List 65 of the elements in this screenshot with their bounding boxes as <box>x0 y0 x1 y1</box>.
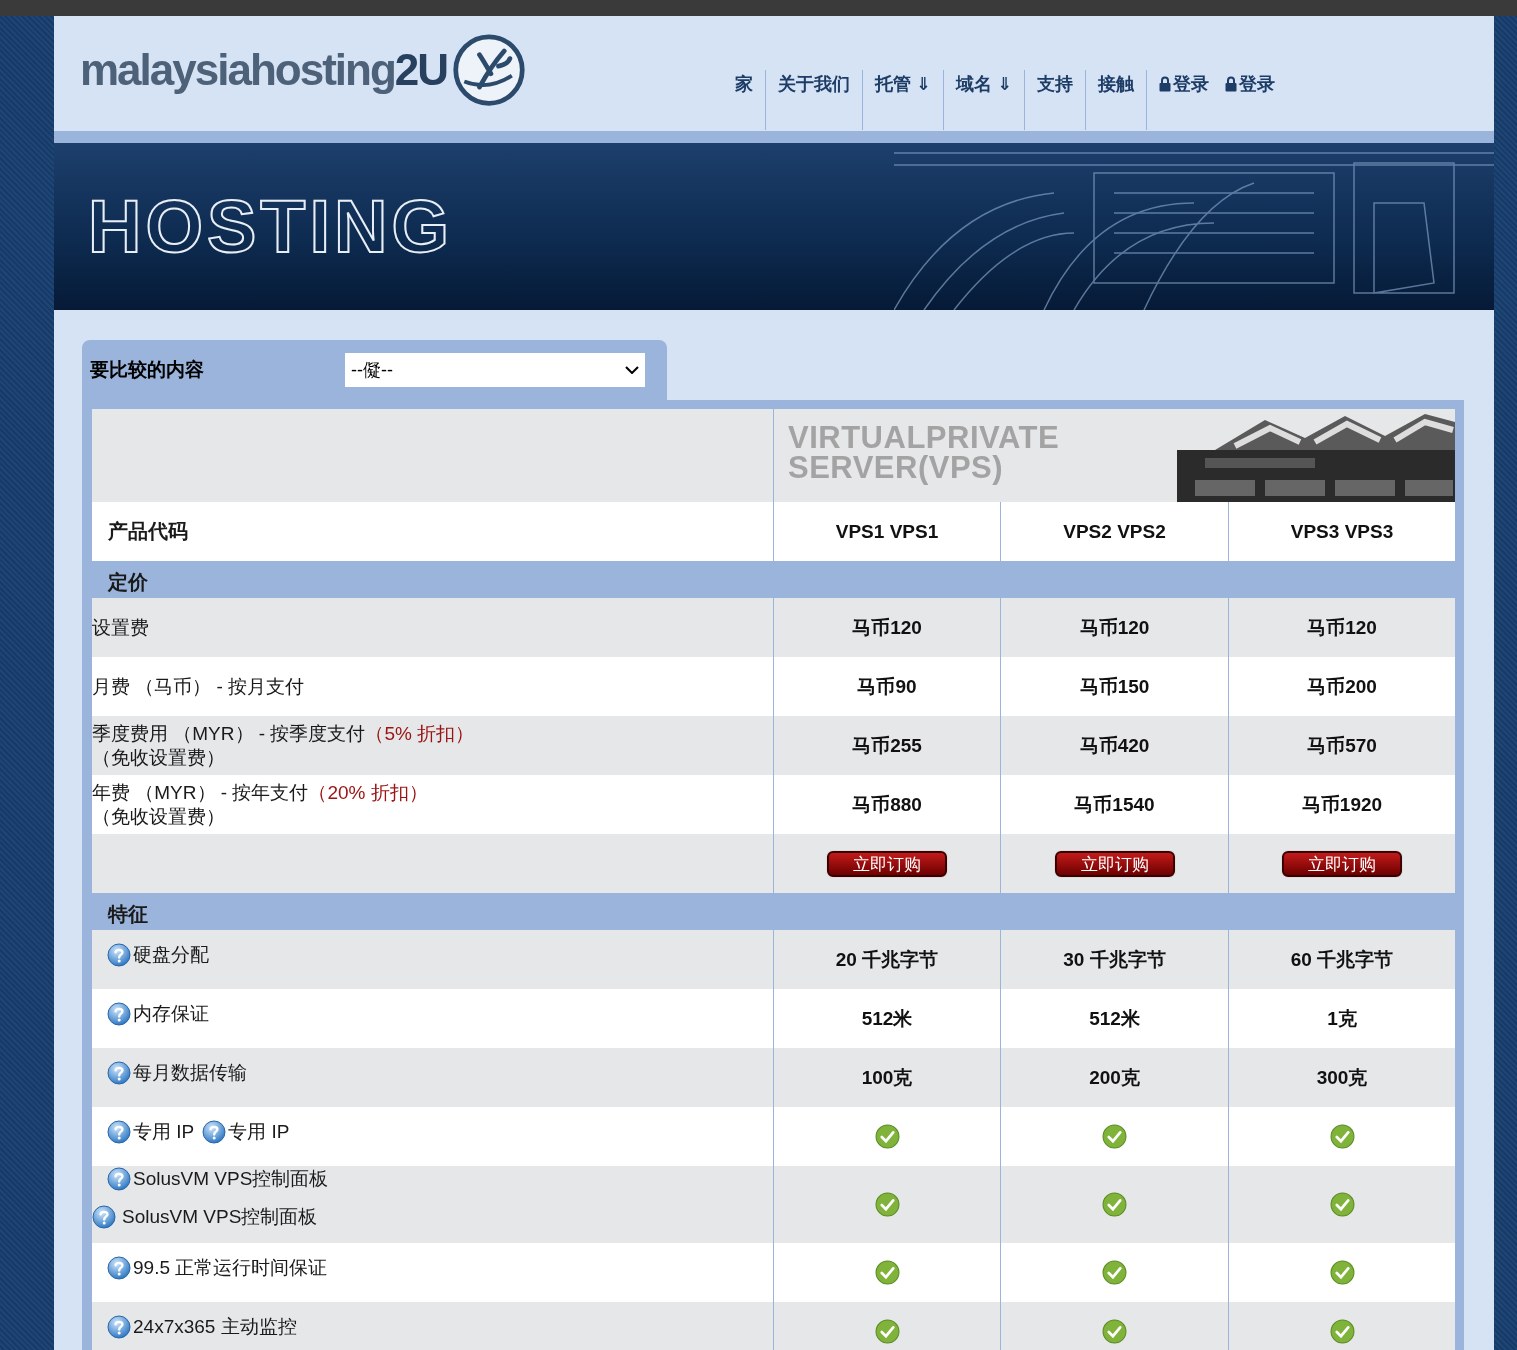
cell-value: 200克 <box>1089 1065 1140 1090</box>
lock-icon <box>1225 76 1238 92</box>
help-icon[interactable] <box>202 1120 227 1144</box>
login-link[interactable]: 登录 <box>1213 70 1280 96</box>
feature-label: SolusVM VPS控制面板 <box>133 1167 329 1191</box>
cell-value: 512米 <box>861 1006 913 1031</box>
feature-label: 硬盘分配 <box>133 943 209 967</box>
logo[interactable]: malaysiahosting2U <box>80 32 528 108</box>
help-icon[interactable] <box>107 1002 131 1026</box>
price-label: 月费 （马币） - 按月支付 <box>92 674 305 699</box>
cell-value: 20 千兆字节 <box>835 947 939 972</box>
help-icon[interactable] <box>107 1256 131 1280</box>
cell-value: 马币1540 <box>1074 792 1155 817</box>
feature-label: 内存保证 <box>133 1002 209 1026</box>
feature-label: SolusVM VPS控制面板 <box>122 1205 318 1229</box>
help-icon[interactable] <box>107 1315 131 1339</box>
price-label: 年费 （MYR） - 按年支付（20% 折扣） （免收设置费） <box>92 780 429 829</box>
order-button[interactable]: 立即订购 <box>827 850 947 877</box>
lock-icon <box>1159 76 1172 92</box>
chevron-down-icon <box>625 366 639 374</box>
cell-value: 马币200 <box>1307 674 1377 699</box>
help-icon[interactable] <box>107 1167 131 1191</box>
cell-value: 1克 <box>1327 1006 1357 1031</box>
help-icon[interactable] <box>107 1120 131 1144</box>
logo-text: malaysiahosting2U <box>80 45 448 95</box>
cell-value: 马币120 <box>1079 615 1150 640</box>
order-button[interactable]: 立即订购 <box>1282 850 1402 877</box>
feature-label: 每月数据传输 <box>133 1061 247 1085</box>
banner-title: HOSTING <box>88 184 454 269</box>
cell-value: 300克 <box>1316 1065 1368 1090</box>
cell-value: 马币880 <box>852 792 922 817</box>
nav-link[interactable]: 托管 ⇓ <box>863 70 944 98</box>
cell-value: 30 千兆字节 <box>1063 947 1166 972</box>
price-label: 季度费用 （MYR） - 按季度支付（5% 折扣） （免收设置费） <box>92 721 476 770</box>
feature-label: 99.5 正常运行时间保证 <box>133 1256 328 1280</box>
price-label: 设置费 <box>92 615 149 640</box>
cell-value: 马币420 <box>1079 733 1150 758</box>
cell-value: 马币255 <box>852 733 922 758</box>
compare-label: 要比较的内容 <box>90 358 205 382</box>
feature-label: 专用 IP <box>133 1120 195 1144</box>
cell-value: 马币120 <box>852 615 922 640</box>
help-icon[interactable] <box>92 1205 116 1229</box>
nav-link[interactable]: 接触 <box>1086 70 1147 98</box>
plant-emblem-icon <box>451 32 528 108</box>
cell-value: 马币150 <box>1079 674 1150 699</box>
help-icon[interactable] <box>107 943 131 967</box>
nav-link[interactable]: 家 <box>723 70 766 98</box>
nav-link[interactable]: 支持 <box>1025 70 1086 98</box>
cell-value: 马币120 <box>1307 615 1377 640</box>
feature-label: 专用 IP <box>228 1120 290 1144</box>
cell-value: 马币570 <box>1307 733 1377 758</box>
nav-link[interactable]: 关于我们 <box>766 70 863 98</box>
cell-value: 100克 <box>861 1065 913 1090</box>
order-button[interactable]: 立即订购 <box>1054 850 1175 877</box>
cell-value: 512米 <box>1089 1006 1140 1031</box>
product-code-label: 产品代码 <box>107 519 189 544</box>
login-link[interactable]: 登录 <box>1147 70 1214 96</box>
cell-value: 马币90 <box>857 674 917 699</box>
feature-label: 24x7x365 主动监控 <box>133 1315 297 1339</box>
cell-value: 60 千兆字节 <box>1290 947 1394 972</box>
vps-image-text: VIRTUALPRIVATE SERVER(VPS) <box>788 423 1060 487</box>
nav-link[interactable]: 域名 ⇓ <box>944 70 1025 98</box>
compare-select[interactable]: --儗-- <box>345 353 645 387</box>
help-icon[interactable] <box>107 1061 131 1085</box>
cell-value: 马币1920 <box>1301 792 1383 817</box>
